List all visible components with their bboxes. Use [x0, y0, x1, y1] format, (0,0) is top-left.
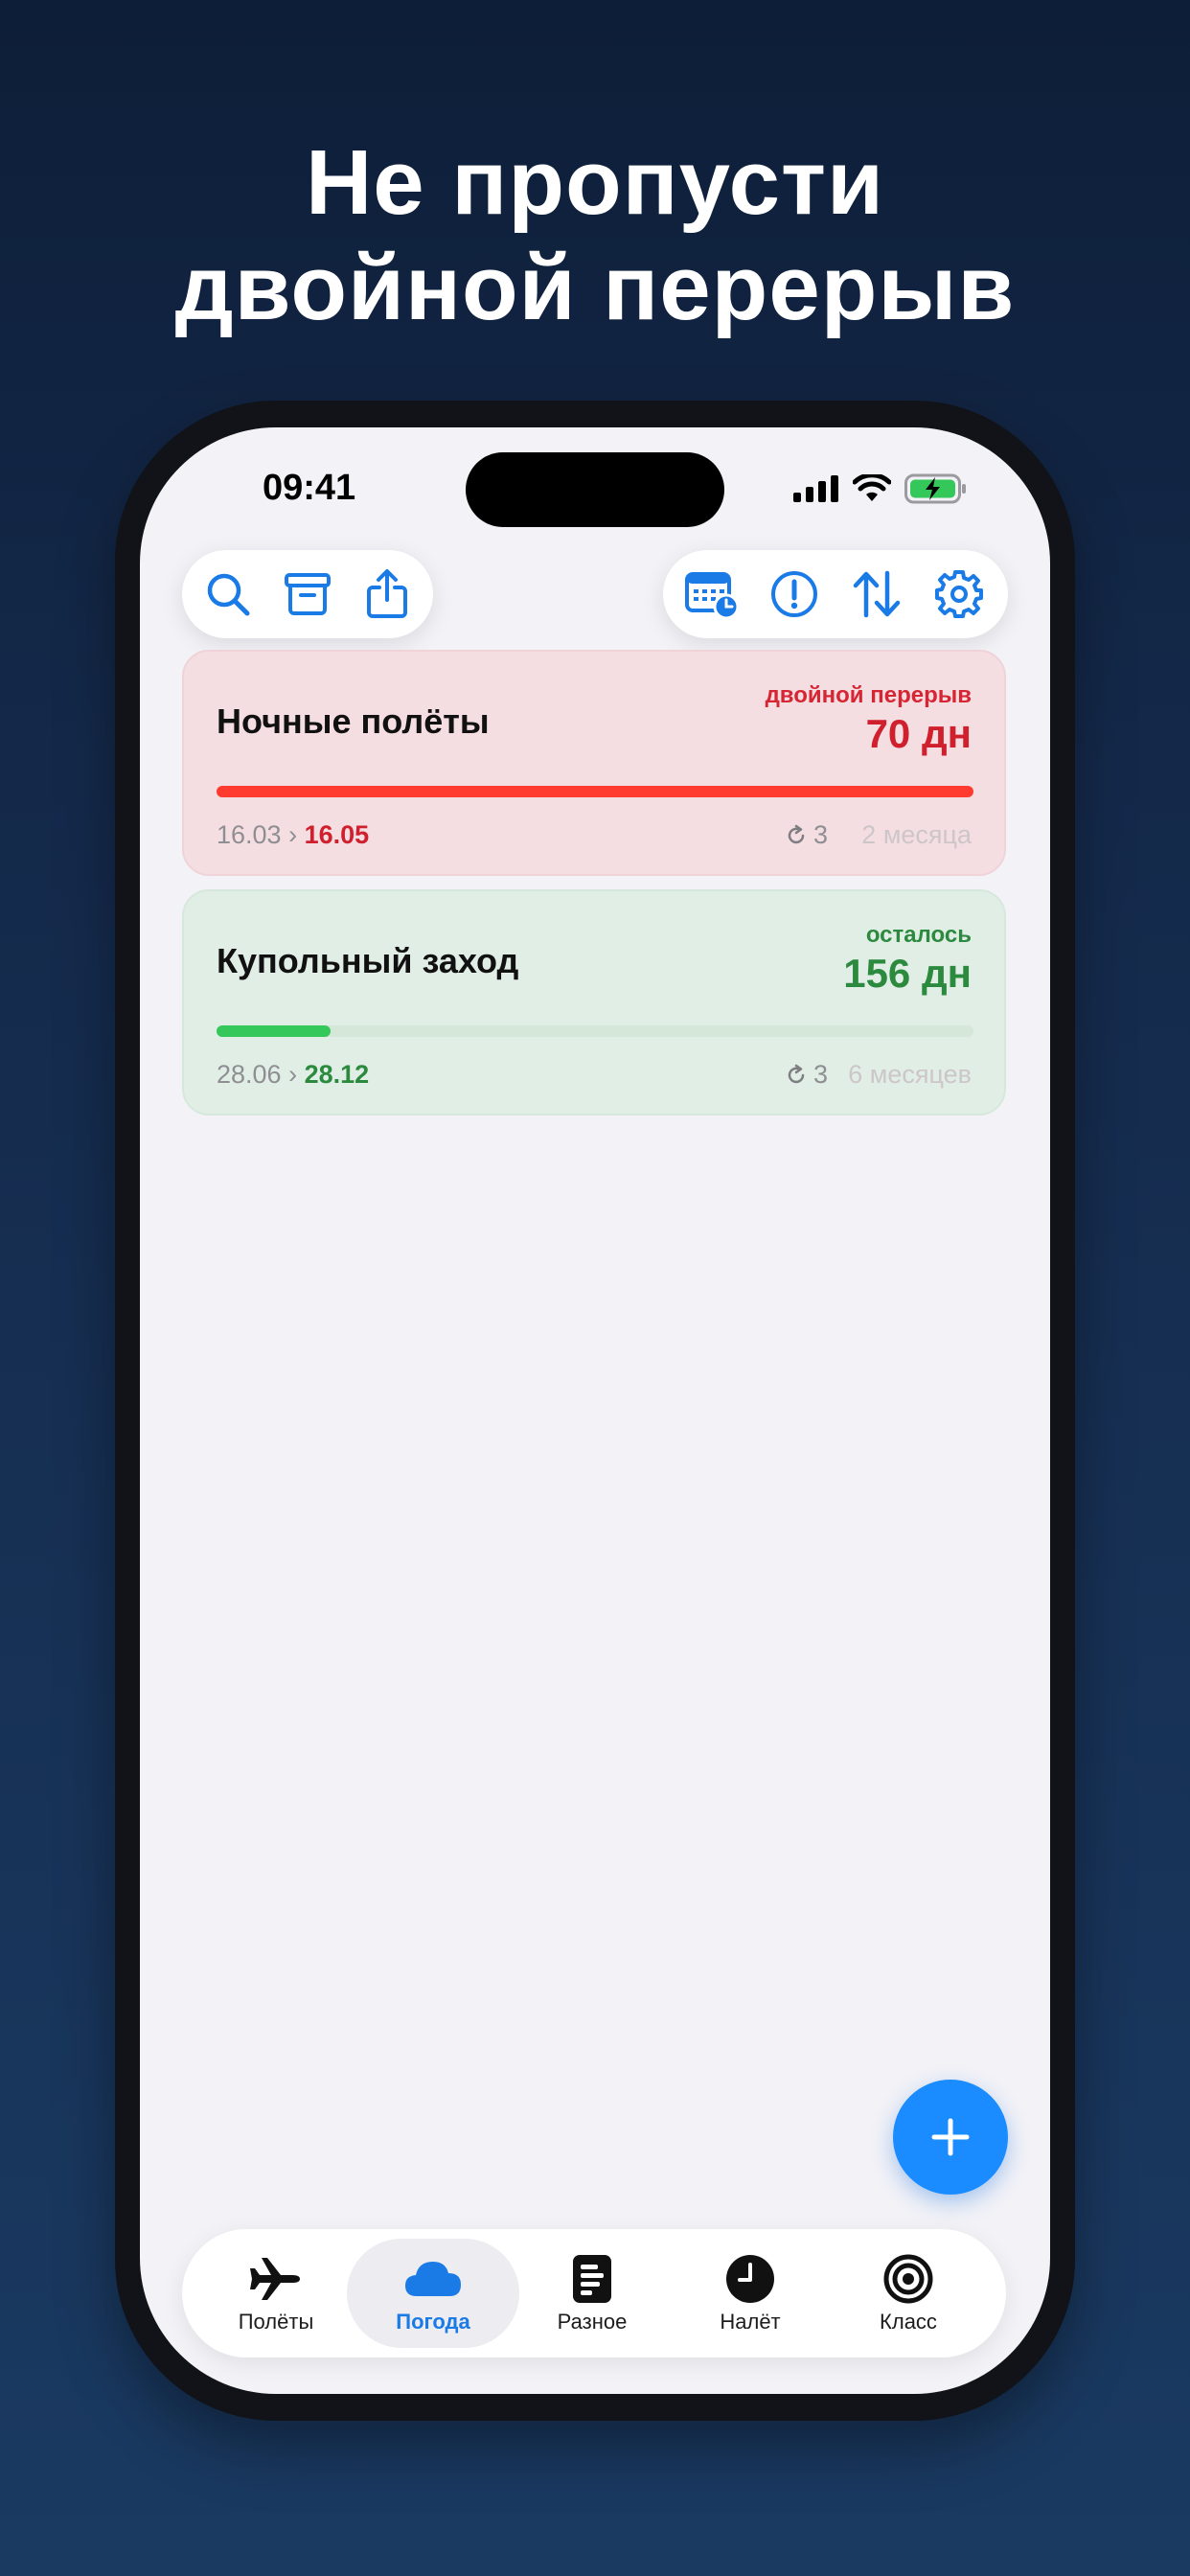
dynamic-island [466, 452, 724, 527]
tab-label: Налёт [720, 2310, 781, 2334]
archive-button[interactable] [277, 564, 338, 625]
tab-flight-time[interactable]: Налёт [671, 2239, 830, 2348]
timer-card-dome-approach[interactable]: Купольный заход осталось 156 дн 28.06 › … [182, 889, 1006, 1116]
progress-fill [217, 786, 973, 797]
headline: Не пропусти двойной перерыв [0, 130, 1190, 341]
card-days: 70 дн [865, 711, 972, 756]
repeat-info: 3 [785, 1060, 828, 1090]
share-icon [367, 569, 408, 618]
headline-line-2: двойной перерыв [174, 237, 1016, 339]
card-title: Купольный заход [217, 941, 519, 980]
add-button[interactable] [893, 2080, 1008, 2195]
repeat-count: 3 [812, 820, 828, 849]
tab-label: Полёты [238, 2310, 314, 2334]
search-icon [207, 573, 250, 616]
card-status: двойной перерыв [765, 682, 972, 708]
repeat-icon [788, 1064, 805, 1083]
date-to: 16.05 [304, 820, 370, 849]
calendar-button[interactable] [681, 564, 743, 625]
repeat-icon [788, 824, 805, 843]
tab-label: Разное [557, 2310, 628, 2334]
date-to: 28.12 [304, 1060, 370, 1089]
progress-track [217, 1025, 973, 1037]
signal-icon [793, 475, 838, 502]
toolbar-right [663, 550, 1008, 638]
card-dates: 16.03 › 16.05 [217, 820, 369, 850]
cloud-icon [405, 2262, 461, 2296]
tab-weather[interactable]: Погода [347, 2239, 519, 2348]
date-from: 16.03 [217, 820, 282, 849]
gear-icon [935, 570, 983, 618]
toolbar-left [182, 550, 433, 638]
date-from: 28.06 [217, 1060, 282, 1089]
timer-card-night-flights[interactable]: Ночные полёты двойной перерыв 70 дн 16.0… [182, 650, 1006, 876]
alert-icon [771, 571, 817, 617]
plus-icon [931, 2118, 970, 2156]
repeat-count: 3 [812, 1060, 828, 1089]
tab-flights[interactable]: Полёты [196, 2239, 355, 2348]
card-days: 156 дн [843, 951, 972, 996]
battery-icon [904, 473, 966, 504]
card-dates: 28.06 › 28.12 [217, 1060, 369, 1090]
progress-fill [217, 1025, 331, 1037]
tab-class[interactable]: Класс [829, 2239, 988, 2348]
card-period: 6 месяцев [848, 1060, 972, 1089]
date-arrow: › [288, 1060, 305, 1089]
sort-button[interactable] [846, 564, 907, 625]
archive-icon [284, 573, 331, 615]
tab-misc[interactable]: Разное [513, 2239, 672, 2348]
card-period: 2 месяца [861, 820, 972, 849]
wifi-icon [853, 474, 891, 501]
card-title: Ночные полёты [217, 702, 490, 741]
card-status: осталось [865, 922, 972, 948]
calendar-clock-icon [685, 572, 740, 620]
search-button[interactable] [197, 564, 259, 625]
tab-bar: Полёты Погода Разное Налёт Класс [182, 2229, 1006, 2358]
document-icon [573, 2255, 611, 2303]
status-time: 09:41 [263, 468, 356, 508]
progress-track [217, 786, 973, 797]
tab-label: Погода [396, 2310, 470, 2334]
date-arrow: › [288, 820, 305, 849]
airplane-icon [250, 2258, 300, 2300]
sort-icon [853, 570, 901, 618]
phone-screen: 09:41 Ночные полёты двойной перерыв 70 д… [140, 427, 1050, 2394]
clock-icon [726, 2255, 774, 2303]
settings-button[interactable] [928, 564, 990, 625]
headline-line-1: Не пропусти [305, 131, 885, 234]
share-button[interactable] [356, 564, 418, 625]
repeat-info: 3 [785, 820, 828, 850]
alert-button[interactable] [764, 564, 825, 625]
target-icon [883, 2254, 933, 2304]
tab-label: Класс [880, 2310, 937, 2334]
status-icons [793, 470, 968, 508]
